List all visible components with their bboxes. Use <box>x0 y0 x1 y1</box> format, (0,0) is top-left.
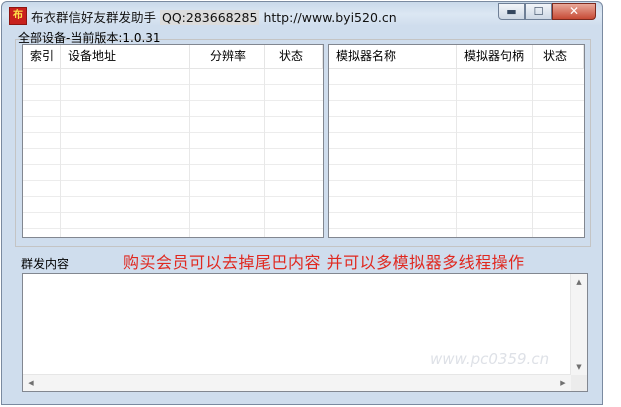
emulator-list-body[interactable] <box>329 69 584 237</box>
device-list[interactable]: 索引 设备地址 分辨率 状态 <box>22 44 324 238</box>
col-divider <box>532 69 533 237</box>
col-divider <box>60 69 61 237</box>
scroll-down-icon[interactable]: ▼ <box>571 359 587 375</box>
title-bar[interactable]: 布 布衣群信好友群发助手 QQ:283668285 http://www.byi… <box>2 2 602 28</box>
promo-notice: 购买会员可以去掉尾巴内容 并可以多模拟器多线程操作 <box>123 253 525 272</box>
col-emulator-name[interactable]: 模拟器名称 <box>329 45 457 68</box>
maximize-icon: ☐ <box>533 5 544 18</box>
scroll-right-icon[interactable]: ▶ <box>555 375 571 391</box>
col-device-address[interactable]: 设备地址 <box>61 45 190 68</box>
caption-buttons: ▬ ☐ ✕ <box>498 3 596 21</box>
broadcast-content-label: 群发内容 <box>21 257 70 271</box>
col-divider <box>456 69 457 237</box>
scroll-left-icon[interactable]: ◀ <box>23 375 39 391</box>
device-list-header: 索引 设备地址 分辨率 状态 <box>23 45 323 69</box>
col-status[interactable]: 状态 <box>265 45 323 68</box>
title-qq: QQ:283668285 <box>160 10 260 25</box>
col-divider <box>264 69 265 237</box>
col-divider <box>189 69 190 237</box>
maximize-button[interactable]: ☐ <box>525 3 552 20</box>
close-icon: ✕ <box>568 4 580 18</box>
title-url: http://www.byi520.cn <box>263 10 397 25</box>
emulator-list[interactable]: 模拟器名称 模拟器句柄 状态 <box>328 44 585 238</box>
scroll-up-icon[interactable]: ▲ <box>571 274 587 290</box>
minimize-icon: ▬ <box>506 5 517 18</box>
vertical-scrollbar[interactable]: ▲ ▼ <box>570 274 587 375</box>
minimize-button[interactable]: ▬ <box>498 3 525 20</box>
scrollbar-corner <box>571 375 587 391</box>
col-emulator-status[interactable]: 状态 <box>533 45 584 68</box>
col-index[interactable]: 索引 <box>23 45 61 68</box>
title-app-name: 布衣群信好友群发助手 <box>31 10 157 25</box>
col-resolution[interactable]: 分辨率 <box>190 45 265 68</box>
close-button[interactable]: ✕ <box>552 3 596 20</box>
window-title: 布衣群信好友群发助手 QQ:283668285 http://www.byi52… <box>31 7 397 26</box>
app-icon: 布 <box>9 7 27 25</box>
emulator-list-header: 模拟器名称 模拟器句柄 状态 <box>329 45 584 69</box>
broadcast-content-input[interactable]: ▲ ▼ ◀ ▶ <box>22 273 588 392</box>
col-emulator-handle[interactable]: 模拟器句柄 <box>457 45 533 68</box>
device-list-body[interactable] <box>23 69 323 237</box>
watermark: www.pc0359.cn <box>430 350 550 368</box>
horizontal-scrollbar[interactable]: ◀ ▶ <box>23 374 571 391</box>
